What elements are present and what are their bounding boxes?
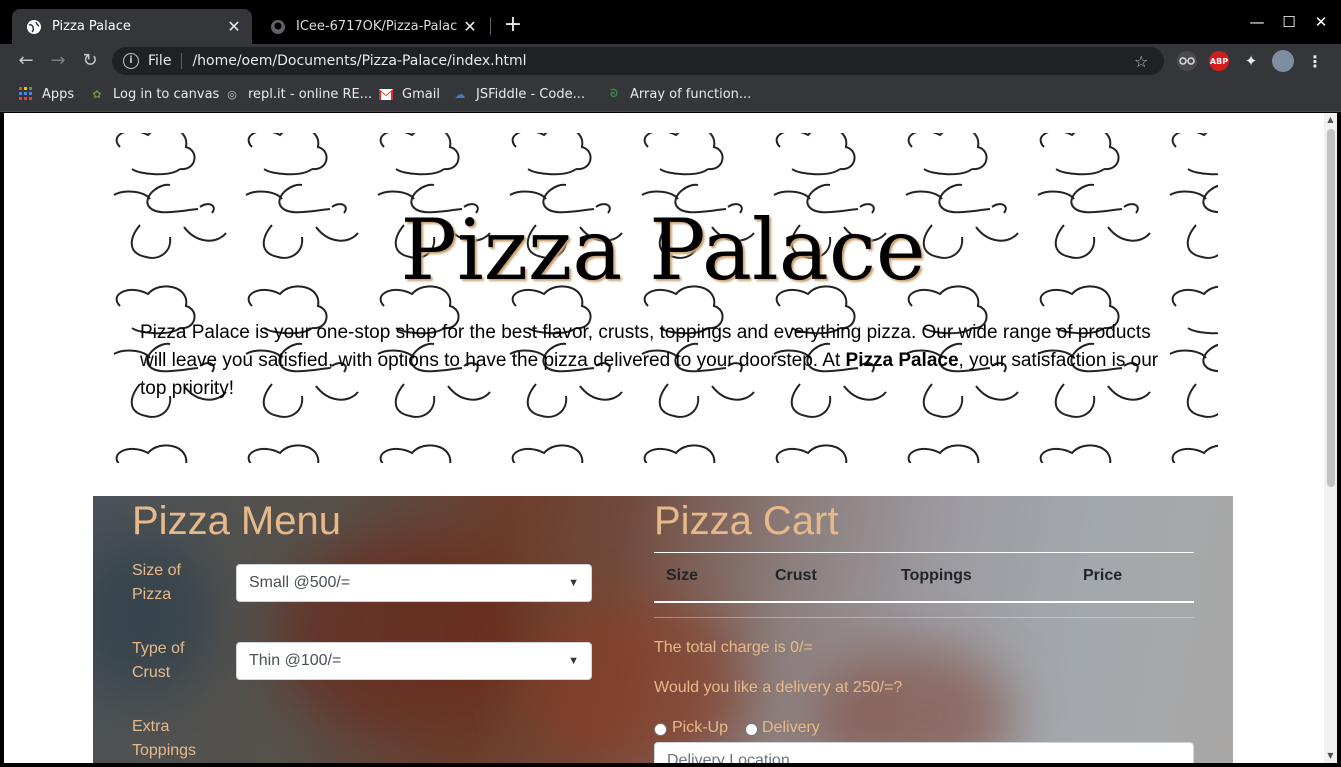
back-icon[interactable]: ← bbox=[14, 49, 38, 73]
bookmark-canvas[interactable]: ✿ Log in to canvas bbox=[89, 86, 219, 102]
reload-icon[interactable]: ↻ bbox=[78, 49, 102, 73]
hero-banner: Pizza Palace Pizza Palace is your one-st… bbox=[108, 133, 1218, 463]
close-tab-icon[interactable]: ✕ bbox=[458, 17, 482, 36]
scrollbar-thumb[interactable] bbox=[1327, 129, 1335, 487]
size-select[interactable]: Small @500/= ▼ bbox=[236, 564, 592, 602]
url-scheme: File bbox=[148, 53, 172, 69]
bookmark-label: Gmail bbox=[402, 86, 440, 102]
bookmark-gmail[interactable]: Gmail bbox=[378, 86, 440, 102]
bookmark-jsfiddle[interactable]: ☁ JSFiddle - Code... bbox=[452, 86, 585, 102]
tab-separator bbox=[490, 17, 491, 35]
scroll-down-icon[interactable]: ▼ bbox=[1324, 749, 1337, 763]
size-select-value: Small @500/= bbox=[249, 574, 351, 591]
bookmark-label: JSFiddle - Code... bbox=[476, 86, 585, 102]
bookmark-label: repl.it - online RE... bbox=[248, 86, 373, 102]
puzzle-icon[interactable]: ✦ bbox=[1241, 51, 1261, 71]
column-header-crust: Crust bbox=[775, 567, 817, 584]
tab-pizza-palace[interactable]: Pizza Palace ✕ bbox=[12, 9, 252, 44]
bookmark-replit[interactable]: ◎ repl.it - online RE... bbox=[224, 86, 372, 102]
table-header-border bbox=[654, 601, 1194, 603]
column-header-toppings: Toppings bbox=[901, 567, 972, 584]
bookmark-label: Array of function... bbox=[630, 86, 752, 102]
size-label: Size of Pizza bbox=[132, 562, 181, 603]
pickup-label: Pick-Up bbox=[672, 719, 729, 736]
intro-brand: Pizza Palace bbox=[845, 350, 959, 371]
bookmark-gfg[interactable]: ᘐ Array of function... bbox=[606, 86, 751, 102]
avatar[interactable] bbox=[1272, 50, 1294, 72]
chevron-down-icon: ▼ bbox=[568, 577, 579, 589]
minimize-icon[interactable]: — bbox=[1245, 10, 1269, 34]
chevron-down-icon: ▼ bbox=[568, 655, 579, 667]
intro-paragraph: Pizza Palace is your one-stop shop for t… bbox=[140, 319, 1180, 403]
apps-grid-icon bbox=[18, 86, 34, 102]
delivery-location-input[interactable]: Delivery Location bbox=[654, 742, 1194, 763]
forward-icon[interactable]: → bbox=[46, 49, 70, 73]
crust-select[interactable]: Thin @100/= ▼ bbox=[236, 642, 592, 680]
menu-kebab-icon[interactable]: ⋮ bbox=[1305, 51, 1325, 71]
column-header-size: Size bbox=[666, 567, 699, 584]
address-bar[interactable]: i File /home/oem/Documents/Pizza-Palace/… bbox=[112, 47, 1164, 75]
extension-icon[interactable] bbox=[1177, 51, 1197, 71]
jsfiddle-icon: ☁ bbox=[454, 87, 466, 101]
url-separator bbox=[181, 53, 183, 69]
cart-heading: Pizza Cart bbox=[654, 499, 839, 543]
pickup-radio[interactable] bbox=[654, 723, 667, 736]
order-section: Pizza Menu Size of Pizza Small @500/= ▼ … bbox=[93, 496, 1233, 763]
page-scrollbar[interactable]: ▲ ▼ bbox=[1324, 113, 1337, 763]
close-tab-icon[interactable]: ✕ bbox=[222, 17, 246, 36]
gmail-icon bbox=[378, 86, 394, 102]
delivery-question: Would you like a delivery at 250/=? bbox=[654, 679, 903, 696]
total-charge-text: The total charge is 0/= bbox=[654, 639, 813, 656]
tab-title: ICee-6717OK/Pizza-Palace bbox=[296, 19, 458, 34]
bookmark-apps[interactable]: Apps bbox=[18, 86, 74, 102]
tab-strip: Pizza Palace ✕ ICee-6717OK/Pizza-Palace … bbox=[0, 0, 1341, 44]
tab-github[interactable]: ICee-6717OK/Pizza-Palace ✕ bbox=[256, 9, 488, 44]
bookmarks-bar: Apps ✿ Log in to canvas ◎ repl.it - onli… bbox=[0, 78, 1341, 112]
bookmark-label: Log in to canvas bbox=[113, 86, 220, 102]
crust-label: Type of Crust bbox=[132, 640, 185, 681]
bookmark-star-icon[interactable]: ☆ bbox=[1134, 52, 1156, 71]
column-header-price: Price bbox=[1083, 567, 1123, 584]
delivery-label: Delivery bbox=[762, 719, 820, 736]
table-top-border bbox=[654, 552, 1194, 553]
browser-toolbar: ← → ↻ i File /home/oem/Documents/Pizza-P… bbox=[0, 44, 1341, 78]
delivery-radio[interactable] bbox=[745, 723, 758, 736]
page-viewport: Pizza Palace Pizza Palace is your one-st… bbox=[4, 113, 1324, 763]
table-body-border bbox=[654, 617, 1194, 618]
maximize-icon[interactable]: ☐ bbox=[1277, 10, 1301, 34]
url-text[interactable]: /home/oem/Documents/Pizza-Palace/index.h… bbox=[192, 53, 1134, 69]
scroll-up-icon[interactable]: ▲ bbox=[1324, 113, 1337, 127]
menu-heading: Pizza Menu bbox=[132, 499, 341, 543]
replit-icon: ◎ bbox=[227, 87, 237, 101]
info-icon[interactable]: i bbox=[123, 53, 139, 69]
adblock-icon[interactable]: ABP bbox=[1209, 51, 1229, 71]
close-window-icon[interactable]: ✕ bbox=[1309, 10, 1333, 34]
canvas-icon: ✿ bbox=[92, 87, 102, 101]
new-tab-icon[interactable]: + bbox=[500, 12, 526, 38]
geeksforgeeks-icon: ᘐ bbox=[610, 87, 618, 100]
tab-title: Pizza Palace bbox=[52, 19, 131, 34]
github-icon bbox=[270, 19, 286, 35]
toppings-label: Extra Toppings bbox=[132, 718, 197, 759]
globe-icon bbox=[26, 19, 42, 35]
site-title: Pizza Palace bbox=[400, 201, 926, 299]
crust-select-value: Thin @100/= bbox=[249, 652, 342, 669]
bookmark-label: Apps bbox=[42, 86, 75, 102]
